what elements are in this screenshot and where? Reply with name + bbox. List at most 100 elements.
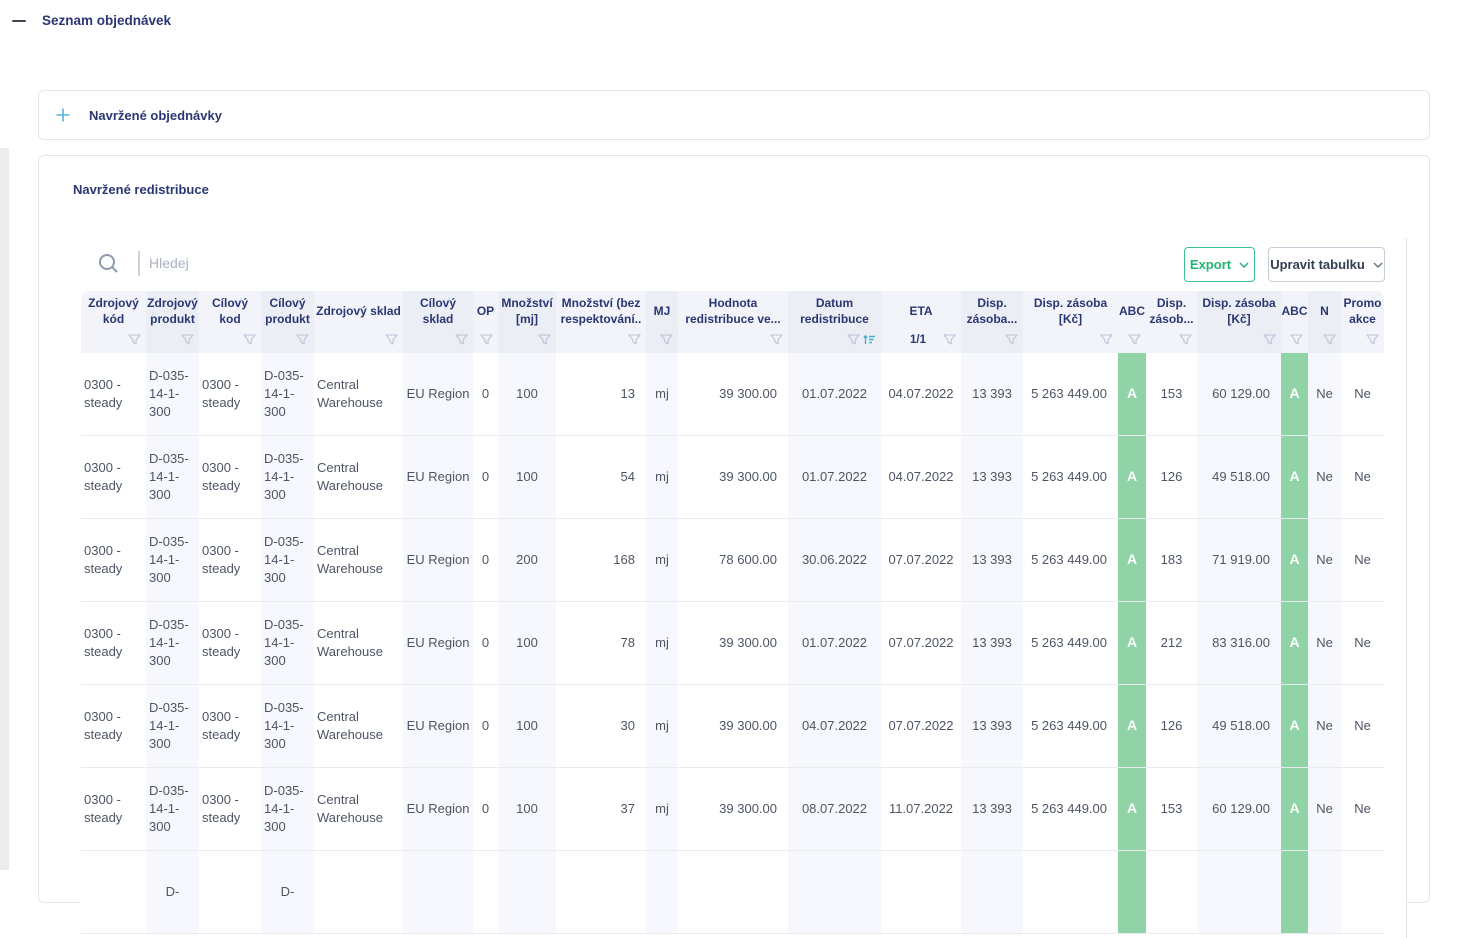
table-row[interactable]: 0300 - steadyD-035-14-1-3000300 - steady… bbox=[81, 519, 1384, 602]
table-row[interactable]: 0300 - steadyD-035-14-1-3000300 - steady… bbox=[81, 768, 1384, 851]
cell-value: 5 263 449.00 bbox=[1031, 468, 1107, 486]
cell-disp-zasob-2: 153 bbox=[1146, 353, 1197, 435]
filter-row-cell bbox=[1197, 331, 1281, 353]
filter-icon[interactable] bbox=[480, 334, 493, 346]
header-cell-zdrojovy-sklad[interactable]: Zdrojový sklad bbox=[314, 291, 403, 353]
cell-mj: mj bbox=[646, 436, 678, 518]
cell-op: 0 bbox=[473, 768, 498, 850]
cell-value: 153 bbox=[1161, 385, 1183, 403]
panel-label: Navržené objednávky bbox=[89, 108, 222, 123]
filter-icon[interactable] bbox=[385, 334, 398, 346]
filter-icon[interactable] bbox=[181, 334, 194, 346]
filter-icon[interactable] bbox=[628, 334, 641, 346]
cell-disp-zasoba-kc-2: 83 316.00 bbox=[1197, 602, 1281, 684]
filter-icon[interactable] bbox=[296, 334, 309, 346]
cell-zdrojovy-produkt: D-035-14-1-300 bbox=[146, 436, 199, 518]
filter-row-cell bbox=[81, 331, 146, 353]
search-input[interactable] bbox=[149, 248, 569, 278]
cell-disp-zasoba-kc-1: 5 263 449.00 bbox=[1023, 436, 1118, 518]
header-cell-promo-akce[interactable]: Promo akce bbox=[1341, 291, 1384, 353]
edit-table-button[interactable]: Upravit tabulku bbox=[1268, 247, 1385, 282]
filter-icon[interactable] bbox=[1005, 334, 1018, 346]
cell-mj bbox=[646, 851, 678, 933]
filter-icon[interactable] bbox=[455, 334, 468, 346]
header-cell-datum-redistribuce[interactable]: Datum redistribuce bbox=[788, 291, 881, 353]
plus-icon[interactable] bbox=[55, 107, 71, 123]
header-cell-disp-zasoba-kc-2[interactable]: Disp. zásoba [Kč] bbox=[1197, 291, 1281, 353]
filter-row-cell bbox=[788, 331, 881, 353]
filter-row-cell bbox=[646, 331, 678, 353]
filter-icon[interactable] bbox=[1323, 334, 1336, 346]
filter-row-cell bbox=[199, 331, 261, 353]
header-label: ABC bbox=[1281, 291, 1308, 331]
header-cell-mj[interactable]: MJ bbox=[646, 291, 678, 353]
collapse-icon[interactable] bbox=[12, 20, 26, 22]
header-cell-disp-zasoba-1[interactable]: Disp. zásoba... bbox=[961, 291, 1023, 353]
cell-zdrojovy-kod: 0300 - steady bbox=[81, 353, 146, 435]
cell-value: EU Region bbox=[407, 717, 470, 735]
filter-icon[interactable] bbox=[1263, 334, 1276, 346]
header-cell-hodnota-redistribuce[interactable]: Hodnota redistribuce ve... bbox=[678, 291, 788, 353]
table-row[interactable]: 0300 - steadyD-035-14-1-3000300 - steady… bbox=[81, 602, 1384, 685]
cell-zdrojovy-kod: 0300 - steady bbox=[81, 436, 146, 518]
filter-icon[interactable] bbox=[1366, 334, 1379, 346]
cell-disp-zasoba-kc-2 bbox=[1197, 851, 1281, 933]
cell-value: D-035-14-1-300 bbox=[149, 367, 196, 421]
cell-value: 0 bbox=[482, 800, 489, 818]
cell-value: 83 316.00 bbox=[1212, 634, 1270, 652]
cell-value: A bbox=[1127, 633, 1137, 652]
panel-proposed-redistributions-header[interactable]: Navržené redistribuce bbox=[39, 156, 1429, 216]
table-row-partial[interactable]: D-D- bbox=[81, 851, 1384, 934]
cell-value: 30 bbox=[621, 717, 635, 735]
filter-icon[interactable] bbox=[660, 334, 673, 346]
filter-icon[interactable] bbox=[770, 334, 783, 346]
header-cell-cilovy-produkt[interactable]: Cílový produkt bbox=[261, 291, 314, 353]
filter-icon[interactable] bbox=[1290, 334, 1303, 346]
header-cell-op[interactable]: OP bbox=[473, 291, 498, 353]
filter-icon[interactable] bbox=[1100, 334, 1113, 346]
table-row[interactable]: 0300 - steadyD-035-14-1-3000300 - steady… bbox=[81, 685, 1384, 768]
header-cell-disp-zasob-2[interactable]: Disp. zásob... bbox=[1146, 291, 1197, 353]
cell-value: 0300 - steady bbox=[202, 376, 258, 412]
header-cell-abc-1[interactable]: ABC bbox=[1118, 291, 1146, 353]
cell-disp-zasoba-kc-2: 71 919.00 bbox=[1197, 519, 1281, 601]
header-cell-cilovy-kod[interactable]: Cílový kod bbox=[199, 291, 261, 353]
filter-icon[interactable] bbox=[943, 334, 956, 346]
header-cell-abc-2[interactable]: ABC bbox=[1281, 291, 1308, 353]
cell-value: A bbox=[1127, 550, 1137, 569]
header-cell-eta[interactable]: ETA1/1 bbox=[881, 291, 961, 353]
filter-icon[interactable] bbox=[243, 334, 256, 346]
header-cell-mnozstvi-mj[interactable]: Množství [mj] bbox=[498, 291, 556, 353]
cell-value: 168 bbox=[613, 551, 635, 569]
filter-icon[interactable] bbox=[847, 334, 860, 346]
filter-icon[interactable] bbox=[1128, 334, 1141, 346]
export-button[interactable]: Export bbox=[1184, 247, 1255, 282]
panel-proposed-orders-header[interactable]: Navržené objednávky bbox=[39, 91, 1429, 139]
header-cell-n[interactable]: N bbox=[1308, 291, 1341, 353]
table-row[interactable]: 0300 - steadyD-035-14-1-3000300 - steady… bbox=[81, 436, 1384, 519]
header-cell-disp-zasoba-kc-1[interactable]: Disp. zásoba [Kč] bbox=[1023, 291, 1118, 353]
cell-mnozstvi-bez: 13 bbox=[556, 353, 646, 435]
cell-value: D-035-14-1-300 bbox=[264, 533, 311, 587]
header-cell-zdrojovy-produkt[interactable]: Zdrojový produkt bbox=[146, 291, 199, 353]
cell-value: 0300 - steady bbox=[84, 376, 143, 412]
sort-ascending-icon[interactable] bbox=[863, 334, 876, 345]
filter-icon[interactable] bbox=[1179, 334, 1192, 346]
filter-icon[interactable] bbox=[538, 334, 551, 346]
filter-row-cell bbox=[1118, 331, 1146, 353]
cell-value: A bbox=[1127, 716, 1137, 735]
table-row[interactable]: 0300 - steadyD-035-14-1-3000300 - steady… bbox=[81, 353, 1384, 436]
header-cell-mnozstvi-bez[interactable]: Množství (bez respektování.. bbox=[556, 291, 646, 353]
header-cell-zdrojovy-kod[interactable]: Zdrojový kód bbox=[81, 291, 146, 353]
header-cell-cilovy-sklad[interactable]: Cílový sklad bbox=[403, 291, 473, 353]
page-title: Seznam objednávek bbox=[42, 13, 171, 28]
cell-disp-zasoba-1 bbox=[961, 851, 1023, 933]
filter-icon[interactable] bbox=[128, 334, 141, 346]
cell-eta: 07.07.2022 bbox=[881, 602, 961, 684]
cell-value: 5 263 449.00 bbox=[1031, 800, 1107, 818]
cell-n: Ne bbox=[1308, 685, 1341, 767]
header-label: Množství [mj] bbox=[498, 291, 556, 331]
cell-zdrojovy-kod: 0300 - steady bbox=[81, 519, 146, 601]
cell-value: 13 393 bbox=[972, 551, 1012, 569]
cell-value: A bbox=[1289, 384, 1299, 403]
